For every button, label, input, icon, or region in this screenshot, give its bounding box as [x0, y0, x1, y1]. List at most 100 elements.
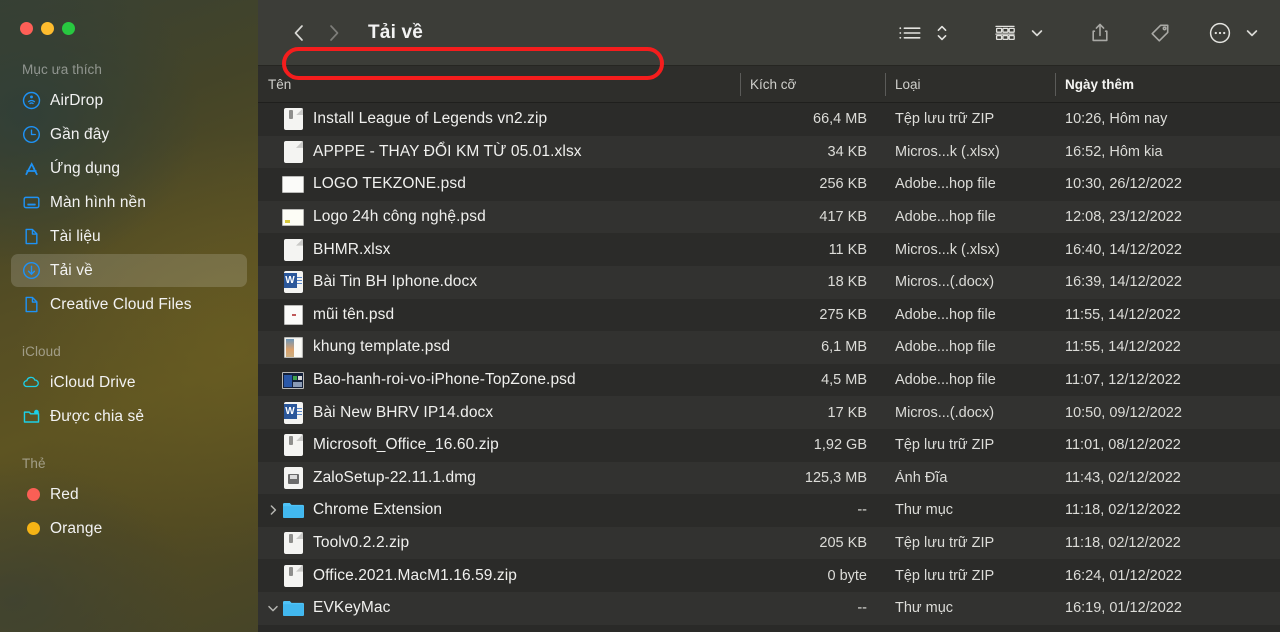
share-button[interactable] [1081, 16, 1119, 50]
sidebar-item-label: iCloud Drive [50, 373, 136, 391]
sidebar-item-airdrop[interactable]: AirDrop [11, 84, 247, 117]
chevron-down-icon[interactable] [1242, 16, 1262, 50]
file-name: mũi tên.psd [313, 305, 395, 323]
file-name: APPPE - THAY ĐỔI KM TỪ 05.01.xlsx [313, 142, 582, 160]
sidebar-section-tags-title: Thẻ [22, 456, 46, 471]
table-row[interactable]: BHMR.xlsx 11 KB Micros...k (.xlsx) 16:40… [258, 233, 1280, 266]
more-button[interactable] [1201, 16, 1239, 50]
file-name-cell[interactable]: Microsoft_Office_16.60.zip [258, 434, 740, 457]
disclosure-triangle-expanded[interactable] [264, 604, 282, 613]
document-icon [22, 295, 41, 314]
file-name-cell[interactable]: BHMR.xlsx [258, 238, 740, 261]
zip-icon [282, 108, 304, 131]
file-name-cell[interactable]: EVKeyMac [258, 597, 740, 619]
file-date-added: 16:24, 01/12/2022 [1065, 567, 1182, 584]
disclosure-triangle-collapsed[interactable] [264, 504, 282, 516]
column-divider[interactable] [740, 72, 741, 96]
group-by-group [986, 16, 1047, 50]
sidebar-item-icloud-drive[interactable]: iCloud Drive [11, 366, 247, 399]
file-name-cell[interactable]: khung template.psd [258, 336, 740, 358]
file-name-cell[interactable]: ZaloSetup-22.11.1.dmg [258, 466, 740, 489]
table-row[interactable]: W Bài Tin BH Iphone.docx 18 KB Micros...… [258, 265, 1280, 299]
sidebar-item-tag-red[interactable]: Red [11, 478, 247, 511]
tag-dot-icon [22, 485, 41, 504]
table-row[interactable]: Logo 24h công nghệ.psd 417 KB Adobe...ho… [258, 200, 1280, 234]
sidebar-item-label: Ứng dụng [50, 159, 121, 177]
column-divider[interactable] [885, 72, 886, 96]
column-header-size[interactable]: Kích cỡ [740, 66, 885, 103]
table-row[interactable]: Chrome Extension -- Thư mục 11:18, 02/12… [258, 494, 1280, 527]
sidebar-item-recents[interactable]: Gần đây [11, 118, 247, 151]
file-date-added: 12:08, 23/12/2022 [1065, 209, 1182, 226]
table-row[interactable]: W Bài New BHRV IP14.docx 17 KB Micros...… [258, 396, 1280, 429]
column-header-kind[interactable]: Loại [885, 66, 1055, 103]
view-options-group [891, 16, 952, 50]
sidebar-item-shared[interactable]: Được chia sẻ [11, 400, 247, 433]
table-row[interactable]: ZaloSetup-22.11.1.dmg 125,3 MB Ảnh Đĩa 1… [258, 461, 1280, 495]
more-actions-group [1201, 16, 1262, 50]
sidebar-item-downloads[interactable]: Tải về [11, 254, 247, 287]
tag-icon[interactable] [1141, 16, 1179, 50]
table-row[interactable]: mũi tên.psd 275 KB Adobe...hop file 11:5… [258, 298, 1280, 332]
file-name-cell[interactable]: Bao-hanh-roi-vo-iPhone-TopZone.psd [258, 369, 740, 391]
forward-button[interactable] [316, 16, 350, 50]
file-kind: Micros...k (.xlsx) [895, 241, 1000, 258]
sidebar-item-tag-orange[interactable]: Orange [11, 512, 247, 545]
file-name-cell[interactable]: Chrome Extension [258, 499, 740, 521]
file-kind: Tệp lưu trữ ZIP [895, 437, 995, 454]
desktop-icon [22, 193, 41, 212]
file-name-cell[interactable]: W Bài New BHRV IP14.docx [258, 401, 740, 424]
file-name-cell[interactable]: LOGO TEKZONE.psd [258, 173, 740, 195]
file-size: 205 KB [819, 535, 867, 552]
minimize-button[interactable] [41, 22, 54, 35]
sidebar: Mục ưa thích AirDrop Gần đây Ứng dụng Mà… [0, 0, 258, 632]
table-row[interactable]: Toolv0.2.2.zip 205 KB Tệp lưu trữ ZIP 11… [258, 526, 1280, 560]
sidebar-item-applications[interactable]: Ứng dụng [11, 152, 247, 185]
file-kind: Adobe...hop file [895, 372, 996, 389]
close-button[interactable] [20, 22, 33, 35]
file-size: -- [857, 600, 867, 617]
file-kind: Thư mục [895, 600, 954, 617]
sidebar-item-label: Màn hình nền [50, 193, 146, 211]
folder-icon [282, 499, 304, 521]
sort-order-icon[interactable] [932, 16, 952, 50]
table-row[interactable]: APPPE - THAY ĐỔI KM TỪ 05.01.xlsx 34 KB … [258, 135, 1280, 169]
file-name-cell[interactable]: APPPE - THAY ĐỔI KM TỪ 05.01.xlsx [258, 140, 740, 163]
list-view-button[interactable] [891, 16, 929, 50]
table-row[interactable]: LOGO TEKZONE.psd 256 KB Adobe...hop file… [258, 168, 1280, 201]
column-headers: Tên Kích cỡ Loại Ngày thêm [258, 66, 1280, 103]
table-row[interactable]: EVKeyMac -- Thư mục 16:19, 01/12/2022 [258, 591, 1280, 625]
file-list[interactable]: Install League of Legends vn2.zip 66,4 M… [258, 103, 1280, 632]
sidebar-item-documents[interactable]: Tài liệu [11, 220, 247, 253]
file-name: Logo 24h công nghệ.psd [313, 208, 486, 226]
file-name-cell[interactable]: Office.2021.MacM1.16.59.zip [258, 564, 740, 587]
file-name-cell[interactable]: W Bài Tin BH Iphone.docx [258, 271, 740, 294]
table-row[interactable]: khung template.psd 6,1 MB Adobe...hop fi… [258, 331, 1280, 364]
file-date-added: 16:39, 14/12/2022 [1065, 274, 1182, 291]
table-row[interactable]: Office.2021.MacM1.16.59.zip 0 byte Tệp l… [258, 559, 1280, 592]
group-by-button[interactable] [986, 16, 1024, 50]
sidebar-item-desktop[interactable]: Màn hình nền [11, 186, 247, 219]
table-row[interactable]: Microsoft_Office_16.60.zip 1,92 GB Tệp l… [258, 428, 1280, 462]
sidebar-item-label: Creative Cloud Files [50, 295, 192, 313]
column-header-name[interactable]: Tên [258, 66, 740, 103]
file-name-cell[interactable]: Logo 24h công nghệ.psd [258, 206, 740, 228]
column-header-date-added[interactable]: Ngày thêm [1055, 66, 1280, 103]
table-row[interactable]: Bao-hanh-roi-vo-iPhone-TopZone.psd 4,5 M… [258, 363, 1280, 397]
table-row[interactable]: Install League of Legends vn2.zip 66,4 M… [258, 103, 1280, 136]
file-name-cell[interactable]: Toolv0.2.2.zip [258, 532, 740, 555]
file-name-cell[interactable]: mũi tên.psd [258, 304, 740, 326]
file-size: 34 KB [827, 143, 868, 160]
document-icon [22, 227, 41, 246]
maximize-button[interactable] [62, 22, 75, 35]
file-size: 1,92 GB [813, 437, 867, 454]
file-name: khung template.psd [313, 338, 451, 356]
sidebar-item-creative-cloud-files[interactable]: Creative Cloud Files [11, 288, 247, 321]
sidebar-section-icloud-title: iCloud [22, 344, 61, 359]
zip-icon [282, 434, 304, 457]
file-name: Bài New BHRV IP14.docx [313, 403, 494, 421]
column-divider[interactable] [1055, 72, 1056, 96]
back-button[interactable] [282, 16, 316, 50]
chevron-down-icon[interactable] [1027, 16, 1047, 50]
file-name-cell[interactable]: Install League of Legends vn2.zip [258, 108, 740, 131]
